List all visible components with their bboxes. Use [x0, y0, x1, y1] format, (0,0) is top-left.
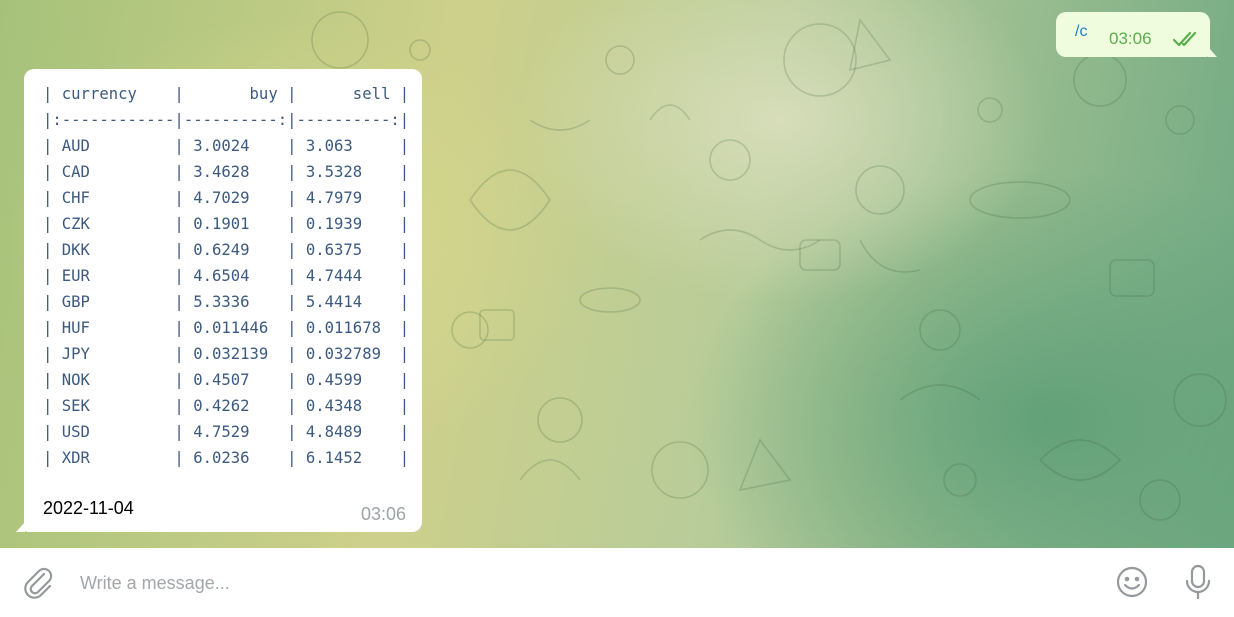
message-composer: [0, 548, 1234, 617]
outgoing-message-time: 03:06: [1109, 29, 1152, 48]
table-row: | CZK | 0.1901 | 0.1939 |: [43, 215, 410, 233]
table-row: | JPY | 0.032139 | 0.032789 |: [43, 345, 410, 363]
incoming-message-time: 03:06: [360, 504, 406, 524]
table-row: | USD | 4.7529 | 4.8489 |: [43, 423, 410, 441]
incoming-message-bubble[interactable]: | currency | buy | sell | |:------------…: [16, 69, 422, 532]
message-input[interactable]: [78, 566, 1092, 600]
table-row: | DKK | 0.6249 | 0.6375 |: [43, 241, 410, 259]
double-check-icon: [1172, 31, 1197, 47]
table-row: | HUF | 0.011446 | 0.011678 |: [43, 319, 410, 337]
table-row: | XDR | 6.0236 | 6.1452 |: [43, 449, 410, 467]
currency-rate-table[interactable]: | currency | buy | sell | |:------------…: [43, 81, 409, 471]
outgoing-message-bubble[interactable]: /c 03:06: [1056, 12, 1217, 57]
table-row: | GBP | 5.3336 | 5.4414 |: [43, 293, 410, 311]
table-separator-row: |:------------|----------:|----------:|: [43, 111, 410, 129]
table-row: | SEK | 0.4262 | 0.4348 |: [43, 397, 410, 415]
outgoing-bubble-tail: [1208, 47, 1217, 57]
table-row: | AUD | 3.0024 | 3.063 |: [43, 137, 410, 155]
table-row: | NOK | 0.4507 | 0.4599 |: [43, 371, 410, 389]
chat-background: /c 03:06 | currency | buy | sell | |:---…: [0, 0, 1234, 548]
paperclip-icon[interactable]: [20, 564, 56, 600]
table-row: | CAD | 3.4628 | 3.5328 |: [43, 163, 410, 181]
emoji-icon[interactable]: [1114, 564, 1150, 600]
incoming-bubble-tail: [16, 522, 25, 532]
microphone-icon[interactable]: [1182, 562, 1214, 602]
table-header-row: | currency | buy | sell |: [43, 85, 410, 103]
table-row: | EUR | 4.6504 | 4.7444 |: [43, 267, 410, 285]
rates-date: 2022-11-04: [43, 498, 134, 518]
outgoing-message-text[interactable]: /c: [1075, 23, 1087, 41]
table-row: | CHF | 4.7029 | 4.7979 |: [43, 189, 410, 207]
